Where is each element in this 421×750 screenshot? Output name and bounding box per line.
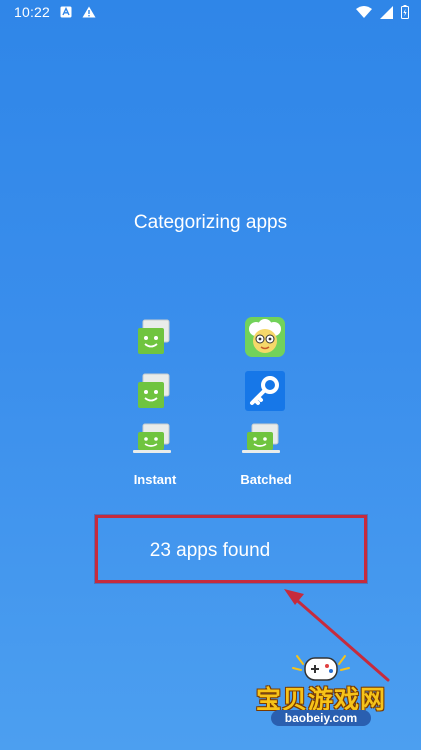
messaging-app-icon <box>131 372 173 414</box>
messaging-app-icon <box>240 418 282 460</box>
status-time: 10:22 <box>14 4 51 20</box>
page-title: Categorizing apps <box>133 212 288 233</box>
column-label-instant: Instant <box>133 472 177 487</box>
cartoon-app-icon <box>244 316 286 358</box>
status-bar: 10:22 <box>0 0 421 24</box>
apps-found-text: 23 apps found <box>149 540 271 561</box>
messaging-app-icon <box>131 418 173 460</box>
status-left: 10:22 <box>14 4 96 20</box>
wifi-icon <box>356 6 372 18</box>
messaging-app-icon <box>131 318 173 360</box>
key-app-icon <box>244 370 286 412</box>
status-right <box>356 5 409 19</box>
watermark-url: baobeiy.com <box>271 710 371 726</box>
watermark: 宝贝游戏网 baobeiy.com <box>236 650 406 750</box>
a-notification-icon <box>60 6 72 18</box>
battery-icon <box>401 5 409 19</box>
warning-icon <box>82 6 96 18</box>
column-label-batched: Batched <box>240 472 292 487</box>
signal-icon <box>380 5 393 19</box>
